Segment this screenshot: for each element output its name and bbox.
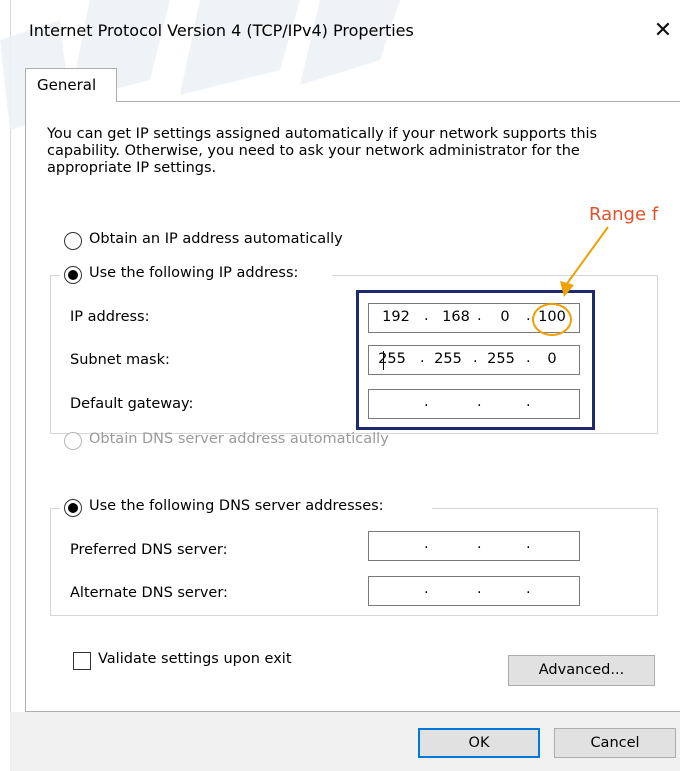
ok-button[interactable]: OK — [418, 728, 540, 758]
advanced-button[interactable]: Advanced... — [508, 655, 655, 686]
use-following-ip-radio[interactable] — [64, 266, 82, 284]
preferred-dns-label: Preferred DNS server: — [70, 542, 228, 558]
close-icon[interactable]: ✕ — [648, 16, 678, 46]
default-gateway-label: Default gateway: — [70, 396, 194, 412]
obtain-ip-auto-label: Obtain an IP address automatically — [89, 231, 343, 247]
cancel-button[interactable]: Cancel — [554, 728, 676, 758]
tab-general-label: General — [37, 76, 97, 94]
annotation-text: Range f — [589, 204, 659, 225]
obtain-dns-auto-label: Obtain DNS server address automatically — [89, 431, 389, 447]
preferred-dns-input[interactable]: . . . — [368, 531, 580, 561]
window-title: Internet Protocol Version 4 (TCP/IPv4) P… — [29, 21, 414, 40]
highlight-circle — [532, 303, 572, 336]
annotation-arrow-icon — [560, 226, 609, 297]
use-following-dns-label: Use the following DNS server addresses: — [89, 498, 384, 514]
use-following-dns-radio[interactable] — [64, 499, 82, 517]
use-following-ip-label: Use the following IP address: — [89, 265, 299, 281]
tab-general[interactable]: General — [25, 68, 117, 102]
description-text: You can get IP settings assigned automat… — [47, 126, 598, 176]
ip-address-label: IP address: — [70, 309, 150, 325]
validate-checkbox[interactable] — [73, 652, 91, 670]
alternate-dns-label: Alternate DNS server: — [70, 585, 228, 601]
validate-label: Validate settings upon exit — [98, 651, 292, 667]
obtain-ip-auto-radio[interactable] — [64, 232, 82, 250]
ipv4-properties-dialog: Internet Protocol Version 4 (TCP/IPv4) P… — [0, 0, 680, 771]
subnet-mask-label: Subnet mask: — [70, 352, 170, 368]
obtain-dns-auto-radio[interactable] — [64, 432, 82, 450]
alternate-dns-input[interactable]: . . . — [368, 576, 580, 606]
background-window-edge — [0, 0, 11, 771]
